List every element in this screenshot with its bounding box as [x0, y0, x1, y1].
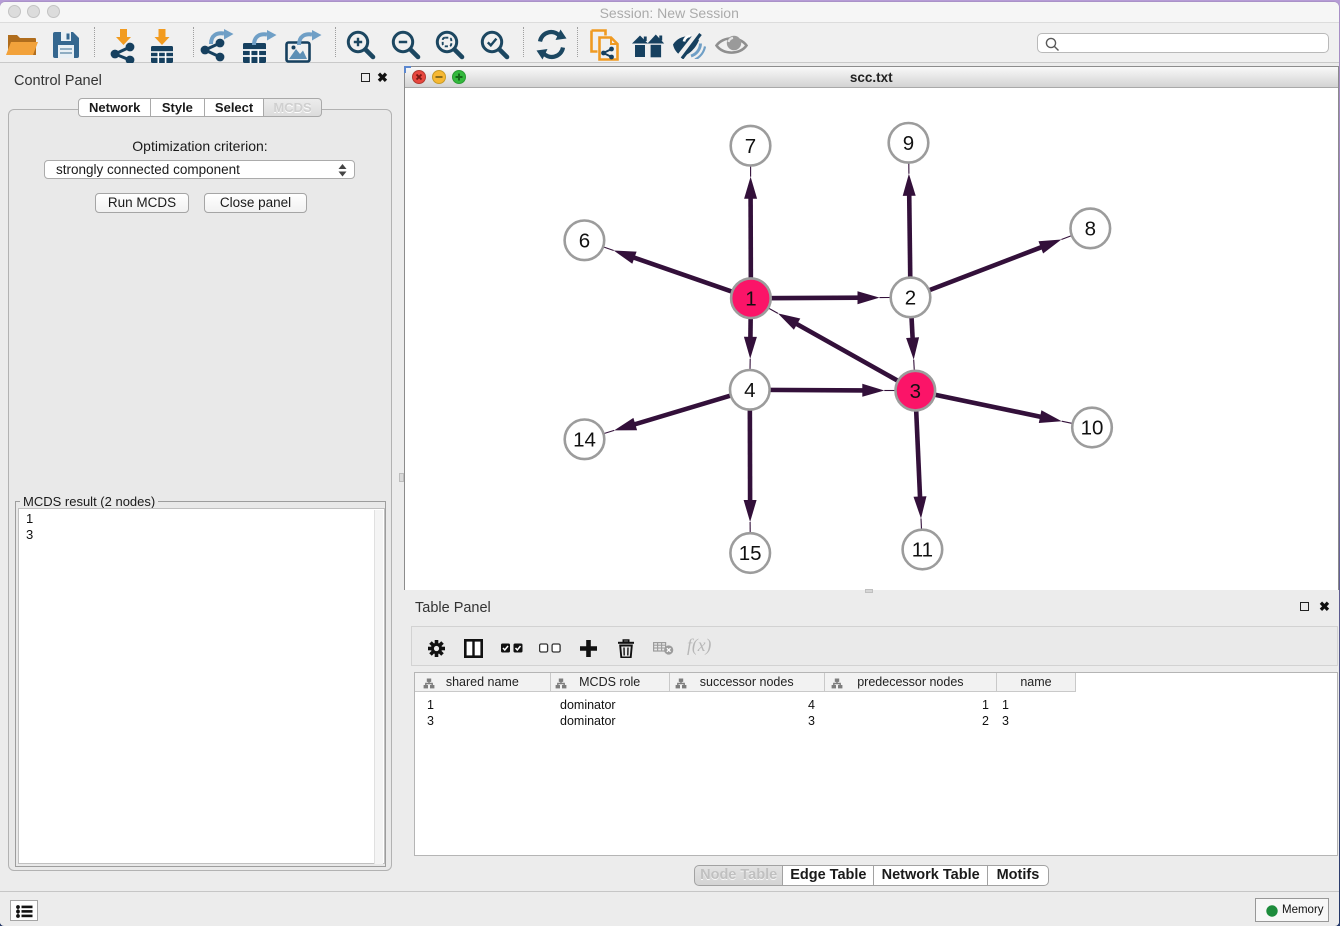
svg-text:8: 8	[1085, 218, 1096, 241]
svg-text:1: 1	[745, 287, 756, 310]
svg-text:15: 15	[739, 542, 762, 565]
svg-text:11: 11	[912, 539, 933, 562]
svg-text:6: 6	[579, 230, 590, 253]
svg-text:4: 4	[744, 379, 755, 402]
svg-text:3: 3	[910, 380, 921, 403]
svg-text:7: 7	[745, 135, 756, 158]
svg-text:2: 2	[905, 287, 916, 310]
svg-text:14: 14	[573, 429, 596, 452]
svg-text:10: 10	[1081, 417, 1104, 440]
svg-text:9: 9	[903, 132, 914, 155]
